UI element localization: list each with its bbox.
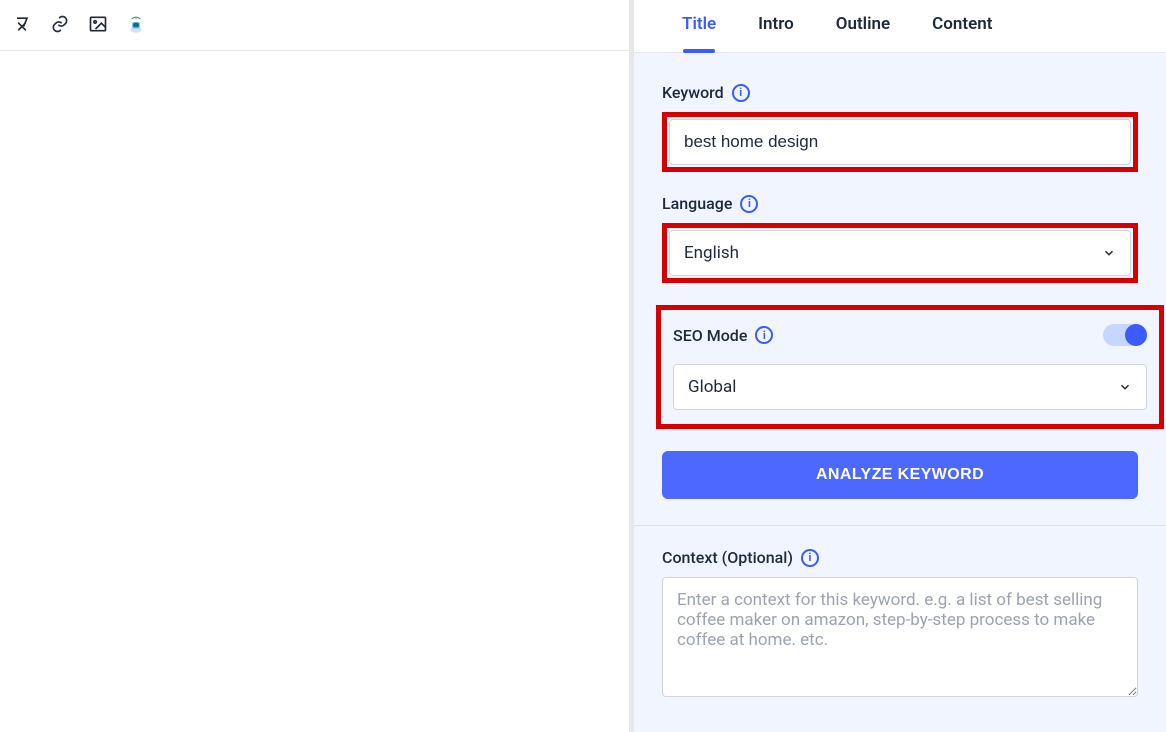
tab-title[interactable]: Title (682, 14, 716, 52)
language-label-row: Language i (662, 194, 1138, 213)
keyword-label: Keyword (662, 83, 724, 102)
robot-icon[interactable] (126, 14, 146, 34)
editor-panel (0, 0, 630, 732)
info-icon[interactable]: i (755, 326, 773, 344)
language-value: English (684, 243, 739, 263)
tab-outline[interactable]: Outline (836, 14, 890, 52)
context-label-row: Context (Optional) i (662, 548, 1138, 567)
clear-format-icon[interactable] (12, 14, 32, 34)
seo-highlight-box: SEO Mode i Global (656, 305, 1164, 429)
tab-intro[interactable]: Intro (758, 14, 794, 52)
editor-toolbar (0, 0, 629, 51)
chevron-down-icon (1102, 246, 1116, 260)
seo-label-row: SEO Mode i (673, 326, 773, 345)
keyword-label-row: Keyword i (662, 83, 1138, 102)
seo-header: SEO Mode i (673, 324, 1147, 346)
language-select[interactable]: English (669, 230, 1131, 276)
context-label: Context (Optional) (662, 548, 793, 567)
toggle-knob (1125, 324, 1147, 346)
form-area: Keyword i Language i English SEO Mode i (634, 53, 1166, 701)
tab-bar: Title Intro Outline Content (634, 0, 1166, 53)
language-label: Language (662, 194, 732, 213)
image-icon[interactable] (88, 14, 108, 34)
settings-panel: Title Intro Outline Content Keyword i La… (630, 0, 1166, 732)
info-icon[interactable]: i (732, 84, 750, 102)
chevron-down-icon (1118, 380, 1132, 394)
seo-mode-label: SEO Mode (673, 326, 747, 345)
tab-content[interactable]: Content (932, 14, 992, 52)
keyword-highlight-box (662, 112, 1138, 172)
keyword-input[interactable] (669, 119, 1131, 165)
link-icon[interactable] (50, 14, 70, 34)
section-divider (634, 525, 1166, 526)
seo-scope-value: Global (688, 377, 736, 397)
info-icon[interactable]: i (740, 195, 758, 213)
language-highlight-box: English (662, 223, 1138, 283)
seo-mode-toggle[interactable] (1103, 324, 1147, 346)
analyze-keyword-button[interactable]: ANALYZE KEYWORD (662, 451, 1138, 499)
context-textarea[interactable] (662, 577, 1138, 697)
seo-scope-select[interactable]: Global (673, 364, 1147, 410)
info-icon[interactable]: i (801, 549, 819, 567)
